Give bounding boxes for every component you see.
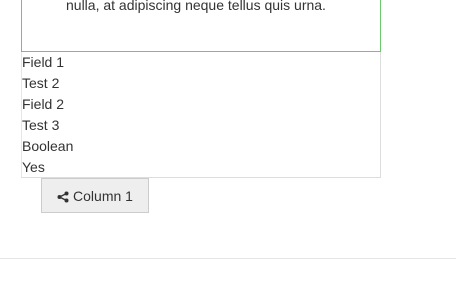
text-panel[interactable]: nulla, at adipiscing neque tellus quis u… bbox=[21, 0, 381, 52]
field-row: Field 1 bbox=[22, 54, 65, 70]
field-row: Test 2 bbox=[22, 75, 60, 91]
share-icon bbox=[57, 190, 69, 202]
column-button[interactable]: Column 1 bbox=[41, 178, 149, 213]
field-row: Field 2 bbox=[22, 96, 65, 112]
field-row: Test 3 bbox=[22, 117, 60, 133]
field-list: Field 1 Test 2 Field 2 Test 3 Boolean Ye… bbox=[21, 52, 381, 178]
divider bbox=[0, 258, 456, 259]
column-button-label: Column 1 bbox=[73, 187, 133, 204]
field-row: Boolean bbox=[22, 138, 74, 154]
field-row: Yes bbox=[22, 159, 45, 175]
page: nulla, at adipiscing neque tellus quis u… bbox=[0, 0, 456, 288]
panel-text: nulla, at adipiscing neque tellus quis u… bbox=[66, 0, 326, 13]
